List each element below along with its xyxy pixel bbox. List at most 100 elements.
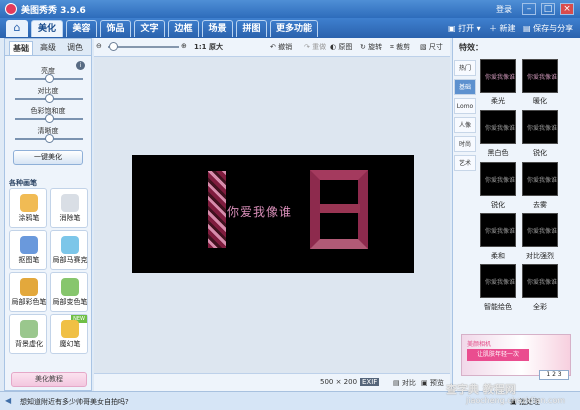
effect-strong-contrast[interactable]: 你爱我像谁 xyxy=(522,213,558,247)
compare-button[interactable]: ▤ 对比 xyxy=(393,378,416,388)
category-art[interactable]: 艺术 xyxy=(454,155,476,171)
effect-label-sharpen: 锐化 xyxy=(533,149,547,157)
compare-label: 对比 xyxy=(401,379,416,387)
zoom-in-icon[interactable]: ⊕ xyxy=(181,42,187,50)
eraser-pen-tool[interactable]: 消除笔 xyxy=(50,188,88,228)
effect-soft[interactable]: 你爱我像谁 xyxy=(480,213,516,247)
redo-label: 重做 xyxy=(312,43,327,51)
promo-pager[interactable]: 1 2 3 xyxy=(539,370,569,380)
close-button[interactable]: × xyxy=(560,3,574,15)
undo-button[interactable]: ↶ 撤销 xyxy=(270,42,292,52)
effect-label-soft-light: 柔光 xyxy=(491,97,505,105)
login-link[interactable]: 登录 xyxy=(496,4,512,15)
original-button[interactable]: ◐ 原图 xyxy=(330,42,352,52)
redo-button[interactable]: ↷ 重做 xyxy=(304,42,326,52)
promo-message: 让肌肤年轻一次 xyxy=(467,349,529,361)
category-fashion[interactable]: 时尚 xyxy=(454,136,476,152)
zoom-slider[interactable] xyxy=(108,46,179,48)
sharpness-slider[interactable] xyxy=(15,134,83,143)
undo-label: 撤销 xyxy=(278,43,293,51)
subtab-advanced[interactable]: 高级 xyxy=(36,41,60,55)
effect-thumb-text: 你爱我像谁 xyxy=(527,279,558,286)
bottom-message[interactable]: 想知道附近有多少帅哥美女自拍吗? xyxy=(20,397,129,407)
zoom-handle[interactable] xyxy=(109,42,118,51)
subtab-basic[interactable]: 基础 xyxy=(9,41,33,55)
actual-size-button[interactable]: 1:1 原大 xyxy=(194,42,223,52)
tab-scenes[interactable]: 场景 xyxy=(202,20,233,37)
tab-borders[interactable]: 边框 xyxy=(168,20,199,37)
effect-label-defog: 去雾 xyxy=(533,201,547,209)
tab-decorations[interactable]: 饰品 xyxy=(100,20,131,37)
effect-thumb-text: 你爱我像谁 xyxy=(527,177,558,184)
new-button[interactable]: ＋ 新建 xyxy=(489,21,516,36)
rotate-button[interactable]: ↻ 旋转 xyxy=(360,42,382,52)
crop-label: 裁剪 xyxy=(396,43,411,51)
effect-sharpen-2[interactable]: 你爱我像谁 xyxy=(480,162,516,196)
effect-label-black-white: 黑白色 xyxy=(487,149,509,157)
mosaic-icon xyxy=(61,236,79,254)
tab-beautify[interactable]: 美化 xyxy=(31,20,63,37)
open-button[interactable]: ▣ 打开 ▾ xyxy=(448,21,481,36)
tab-text[interactable]: 文字 xyxy=(134,20,165,37)
main-navigation: ⌂ 美化 美容 饰品 文字 边框 场景 拼图 更多功能 ▣ 打开 ▾ ＋ 新建 … xyxy=(0,18,580,38)
preview-button[interactable]: ▣ 预览 xyxy=(421,378,444,388)
magic-pen-tool[interactable]: NEW 魔幻笔 xyxy=(50,314,88,354)
watermark: 查字典 教程网 xyxy=(446,383,516,396)
effect-sharpen[interactable]: 你爱我像谁 xyxy=(522,110,558,144)
effect-full-color[interactable]: 你爱我像谁 xyxy=(522,264,558,298)
doodle-pen-tool[interactable]: 涂鸦笔 xyxy=(9,188,47,228)
resize-button[interactable]: ▧ 尺寸 xyxy=(420,42,443,52)
local-color-pen-tool[interactable]: 局部彩色笔 xyxy=(9,272,47,312)
contrast-handle[interactable] xyxy=(45,94,54,103)
new-label: 新建 xyxy=(499,24,516,33)
resize-label: 尺寸 xyxy=(428,43,443,51)
maximize-button[interactable]: □ xyxy=(541,3,555,15)
effect-smart-color[interactable]: 你爱我像谁 xyxy=(480,264,516,298)
category-portrait[interactable]: 人像 xyxy=(454,117,476,133)
effect-label-strong-contrast: 对比强烈 xyxy=(526,252,554,260)
local-recolor-pen-tool[interactable]: 局部变色笔 xyxy=(50,272,88,312)
one-click-beautify-button[interactable]: 一键美化 xyxy=(13,150,83,165)
effect-black-white[interactable]: 你爱我像谁 xyxy=(480,110,516,144)
tab-more-features[interactable]: 更多功能 xyxy=(270,20,318,37)
effect-warm[interactable]: 你爱我像谁 xyxy=(522,59,558,93)
effect-thumb-text: 你爱我像谁 xyxy=(527,228,558,235)
brightness-slider[interactable] xyxy=(15,74,83,83)
cutout-pen-tool[interactable]: 抠图笔 xyxy=(9,230,47,270)
promo-logo: 美颜相机 xyxy=(467,341,492,348)
effect-label-warm: 暖化 xyxy=(533,97,547,105)
category-lomo[interactable]: Lomo xyxy=(454,98,476,114)
effect-label-soft: 柔和 xyxy=(491,252,505,260)
actual-size-label: 原大 xyxy=(208,43,223,51)
exif-button[interactable]: EXIF xyxy=(360,378,380,386)
app-icon xyxy=(5,3,17,15)
save-share-button[interactable]: ▤ 保存与分享 xyxy=(523,21,573,36)
effect-soft-light[interactable]: 你爱我像谁 xyxy=(480,59,516,93)
zoom-out-icon[interactable]: ⊖ xyxy=(96,42,102,50)
effect-thumb-text: 你爱我像谁 xyxy=(485,177,516,184)
beautify-tutorial-button[interactable]: 美化教程 xyxy=(11,372,87,387)
tab-cosmetic[interactable]: 美容 xyxy=(66,20,97,37)
brightness-handle[interactable] xyxy=(45,74,54,83)
saturation-handle[interactable] xyxy=(45,114,54,123)
image-dimensions: 500 × 200 xyxy=(320,378,358,386)
tab-collage[interactable]: 拼图 xyxy=(236,20,267,37)
sharpness-handle[interactable] xyxy=(45,134,54,143)
effect-thumb-text: 你爱我像谁 xyxy=(527,125,558,132)
adjust-subtabs: 基础 高级 调色 xyxy=(5,39,91,56)
background-blur-tool[interactable]: 背景虚化 xyxy=(9,314,47,354)
effect-defog[interactable]: 你爱我像谁 xyxy=(522,162,558,196)
original-label: 原图 xyxy=(338,43,353,51)
minimize-button[interactable]: – xyxy=(522,3,536,15)
category-popular[interactable]: 热门 xyxy=(454,60,476,76)
image-caption: 你爱我像谁 xyxy=(227,205,293,219)
home-button[interactable]: ⌂ xyxy=(6,20,28,37)
crop-button[interactable]: ⌗ 裁剪 xyxy=(390,42,410,52)
contrast-slider[interactable] xyxy=(15,94,83,103)
app-title: 美图秀秀 3.9.6 xyxy=(21,6,86,16)
subtab-color[interactable]: 调色 xyxy=(63,41,87,55)
saturation-slider[interactable] xyxy=(15,114,83,123)
brushes-heading: 各种画笔 xyxy=(9,179,37,187)
local-mosaic-tool[interactable]: 局部马赛克 xyxy=(50,230,88,270)
category-basic[interactable]: 基础 xyxy=(454,79,476,95)
